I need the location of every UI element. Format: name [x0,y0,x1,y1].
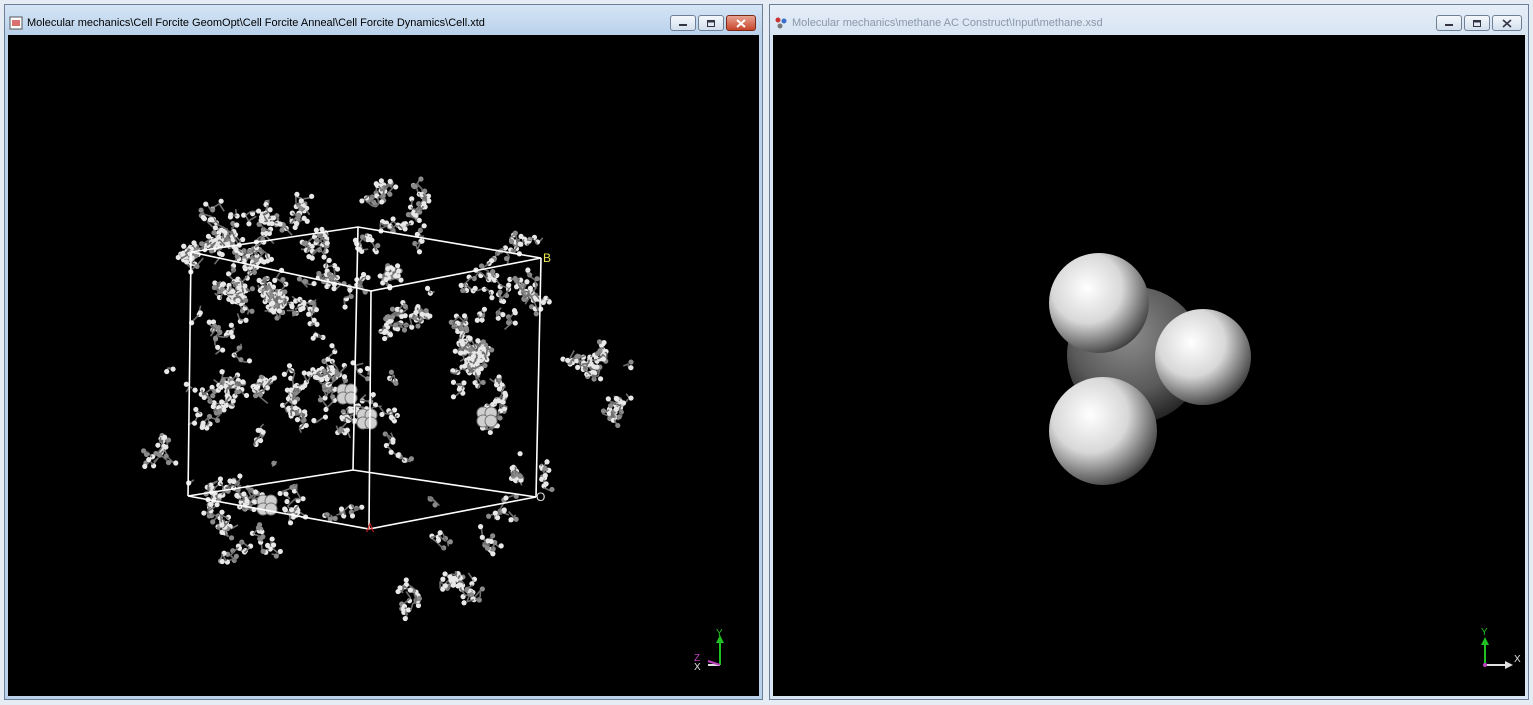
right-window-title: Molecular mechanics\methane AC Construct… [792,17,1103,29]
close-button[interactable] [726,15,756,31]
axis-label-x: X [694,662,701,673]
close-icon [736,18,746,28]
molecule-icon [775,17,787,29]
restore-icon [707,19,715,27]
right-3d-viewport[interactable]: Y X [773,35,1525,696]
axis-label-x: X [1514,654,1521,665]
polymer-chains [141,176,634,622]
restore-button[interactable] [698,15,724,31]
close-icon [1502,18,1512,28]
cell-label-b: B [543,251,551,265]
left-window-title: Molecular mechanics\Cell Forcite GeomOpt… [27,17,485,29]
restore-icon [1473,19,1481,27]
hydrogen-atom [1155,309,1251,405]
cell-label-o: O [536,490,545,504]
axis-triad: Y Z X [694,628,724,673]
axis-triad: Y X [1481,627,1521,669]
right-title-bar[interactable]: Molecular mechanics\methane AC Construct… [770,5,1528,35]
minimize-icon [1445,24,1453,26]
methane-molecule [1049,253,1251,485]
cell-structure-view[interactable]: B O A Y Z X [8,35,759,696]
hydrogen-atom [1049,253,1149,353]
right-document-window[interactable]: Molecular mechanics\methane AC Construct… [769,4,1529,700]
axis-label-y: Y [716,628,723,639]
axis-label-y: Y [1481,627,1488,638]
left-title-bar[interactable]: Molecular mechanics\Cell Forcite GeomOpt… [5,5,762,35]
restore-button[interactable] [1464,15,1490,31]
minimize-button[interactable] [670,15,696,31]
hydrogen-atom [1049,377,1157,485]
methane-view[interactable]: Y X [773,35,1525,696]
cell-label-a: A [366,521,374,535]
left-document-window[interactable]: Molecular mechanics\Cell Forcite GeomOpt… [4,4,763,700]
minimize-button[interactable] [1436,15,1462,31]
left-3d-viewport[interactable]: B O A Y Z X [8,35,759,696]
close-button[interactable] [1492,15,1522,31]
document-icon [9,16,23,30]
minimize-icon [679,24,687,26]
